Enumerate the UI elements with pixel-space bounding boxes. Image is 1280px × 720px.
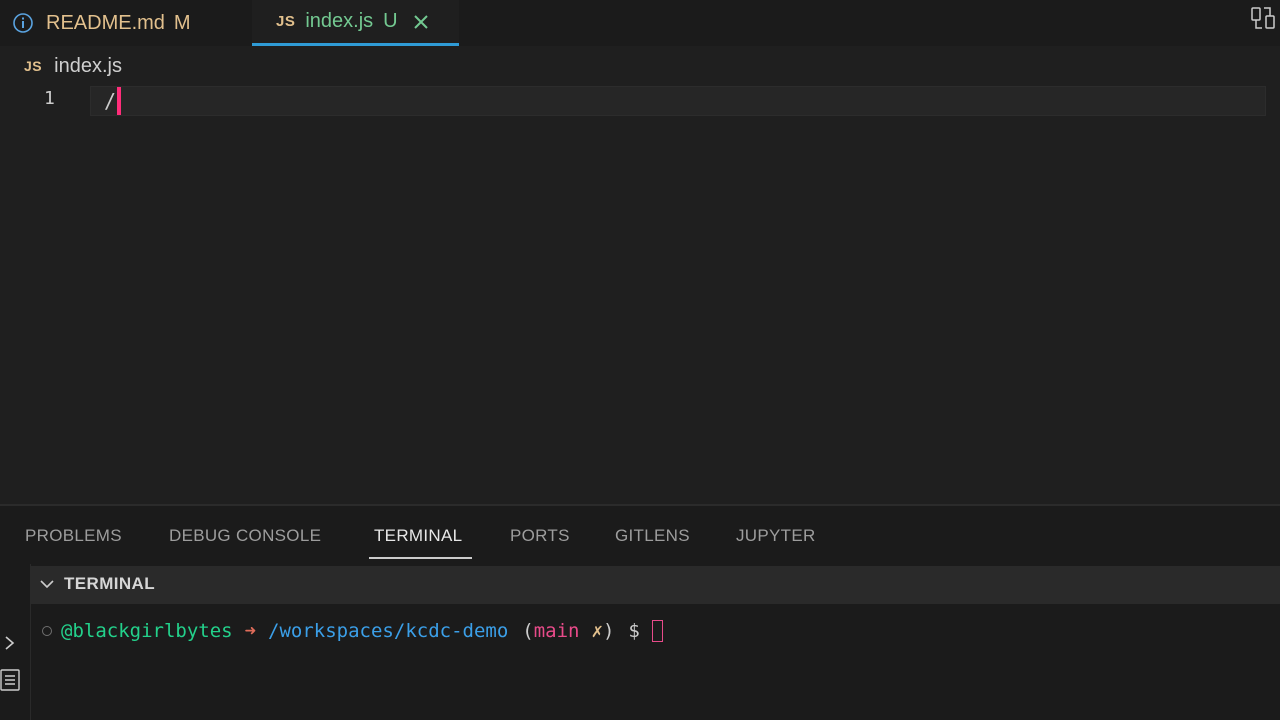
breadcrumb[interactable]: JS index.js xyxy=(24,52,122,80)
code-line[interactable]: / xyxy=(104,87,122,115)
editor-tab-bar: README.md M JS index.js U xyxy=(0,0,1280,46)
tab-jupyter[interactable]: JUPYTER xyxy=(736,526,816,546)
tab-ports[interactable]: PORTS xyxy=(510,526,570,546)
tab-readme[interactable]: README.md M xyxy=(10,0,250,46)
current-line-highlight xyxy=(90,86,1266,116)
tab-readme-label: README.md xyxy=(46,11,165,34)
text-cursor xyxy=(117,87,122,115)
terminal-section-header[interactable] xyxy=(30,566,1280,604)
terminal-status-dot xyxy=(42,626,52,636)
terminal-paren-open: ( xyxy=(522,620,534,642)
tab-terminal[interactable]: TERMINAL xyxy=(374,526,462,546)
tab-problems[interactable]: PROBLEMS xyxy=(25,526,122,546)
tab-gitlens[interactable]: GITLENS xyxy=(615,526,690,546)
terminal-arrow: ➜ xyxy=(244,620,257,642)
tab-readme-status-badge: M xyxy=(173,11,191,34)
tab-debug-console[interactable]: DEBUG CONSOLE xyxy=(169,526,321,546)
line-number: 1 xyxy=(44,88,55,109)
terminal-path: /workspaces/kcdc-demo xyxy=(268,620,509,642)
terminal-prompt-line[interactable]: @blackgirlbytes ➜ /workspaces/kcdc-demo … xyxy=(42,618,663,644)
terminal-section-title: TERMINAL xyxy=(64,574,156,593)
close-icon[interactable] xyxy=(412,13,430,31)
panel-tab-bar: PROBLEMS DEBUG CONSOLE TERMINAL PORTS GI… xyxy=(0,506,1280,564)
code-text: / xyxy=(104,89,117,113)
tab-index-label: index.js xyxy=(305,10,374,32)
terminal-dirty-marker: ✗ xyxy=(591,620,603,642)
tab-index-js[interactable]: JS index.js U xyxy=(252,0,459,46)
code-editor[interactable]: 1 / xyxy=(0,84,1280,504)
active-tab-indicator xyxy=(369,557,472,559)
compare-changes-icon[interactable] xyxy=(1250,4,1276,32)
terminal-paren-close: ) xyxy=(602,620,615,642)
terminal-user: @blackgirlbytes xyxy=(61,620,233,642)
chevron-down-icon[interactable] xyxy=(38,575,56,593)
tab-index-status-badge: U xyxy=(383,10,398,32)
info-icon xyxy=(12,12,34,34)
vscode-window: README.md M JS index.js U JS index.js 1 … xyxy=(0,0,1280,720)
terminal-cursor xyxy=(651,620,663,642)
chevron-right-icon[interactable] xyxy=(2,634,18,652)
terminal-side-strip xyxy=(0,564,31,720)
list-icon[interactable] xyxy=(0,668,22,692)
terminal-branch: main xyxy=(533,620,580,642)
breadcrumb-file[interactable]: index.js xyxy=(54,55,122,78)
js-icon: JS xyxy=(24,58,43,74)
terminal-prompt-symbol: $ xyxy=(628,620,640,642)
js-icon: JS xyxy=(276,13,296,30)
bottom-panel: PROBLEMS DEBUG CONSOLE TERMINAL PORTS GI… xyxy=(0,504,1280,720)
